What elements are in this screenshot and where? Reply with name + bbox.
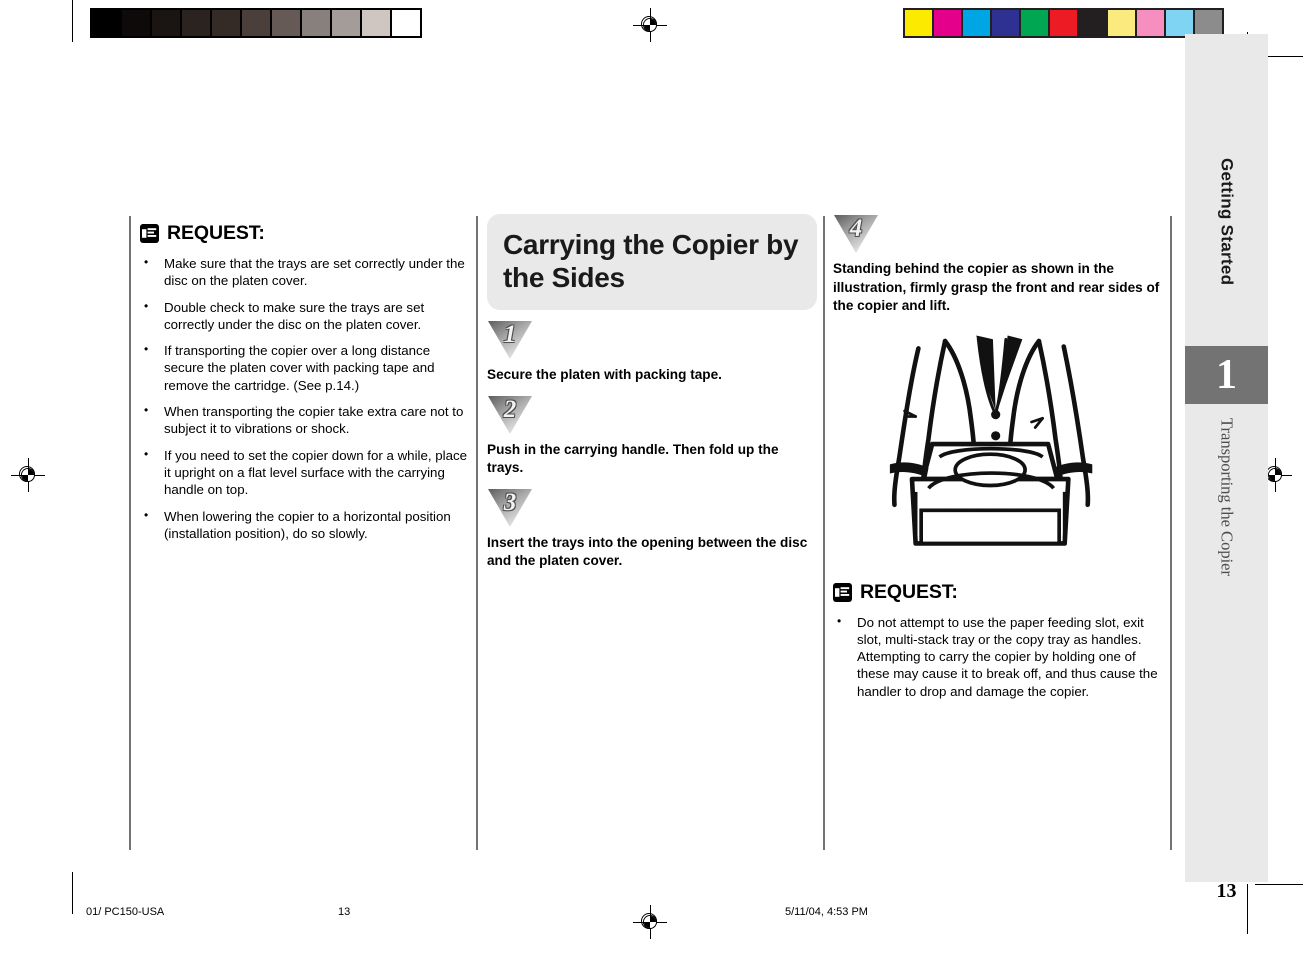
- step-text: Push in the carrying handle. Then fold u…: [487, 441, 779, 476]
- person-carrying-copier-illustration: [867, 330, 1163, 565]
- section-name-label: Transporting the Copier: [1217, 418, 1237, 576]
- page-title: Carrying the Copier by the Sides: [503, 229, 799, 293]
- step-text: Insert the trays into the opening betwee…: [487, 534, 808, 569]
- request-heading-right: REQUEST:: [833, 581, 1163, 604]
- chapter-number-tab[interactable]: 1: [1185, 346, 1268, 404]
- page-number: 13: [1185, 880, 1268, 903]
- middle-column: Carrying the Copier by the Sides 1 Secur…: [487, 214, 817, 575]
- request-list-left: Make sure that the trays are set correct…: [140, 254, 470, 543]
- list-item: When lowering the copier to a horizontal…: [140, 507, 470, 543]
- list-item: Do not attempt to use the paper feeding …: [833, 612, 1163, 700]
- step-marker-3: 3: [487, 488, 533, 528]
- step-text: Secure the platen with packing tape.: [487, 367, 722, 382]
- page-content: REQUEST: Make sure that the trays are se…: [0, 0, 1303, 954]
- request-title-left: REQUEST:: [167, 222, 265, 244]
- chapter-name-label: Getting Started: [1217, 158, 1237, 286]
- column-rule-right: [823, 216, 825, 850]
- left-column: REQUEST: Make sure that the trays are se…: [140, 222, 470, 551]
- column-rule-far-right: [1170, 216, 1172, 850]
- column-rule-middle: [476, 216, 478, 850]
- step-marker-2: 2: [487, 395, 533, 435]
- step-marker-1: 1: [487, 320, 533, 360]
- step-text: Standing behind the copier as shown in t…: [833, 261, 1160, 313]
- footer-file-label: 01/ PC150-USA: [86, 906, 165, 918]
- request-heading-left: REQUEST:: [140, 222, 470, 245]
- list-item: If transporting the copier over a long d…: [140, 341, 470, 394]
- list-item: Make sure that the trays are set correct…: [140, 254, 470, 290]
- pointing-hand-icon: [140, 224, 159, 243]
- chapter-number-label: 1: [1216, 352, 1237, 398]
- section-name-tab[interactable]: Transporting the Copier: [1185, 414, 1268, 604]
- section-title-box: Carrying the Copier by the Sides: [487, 214, 817, 310]
- chapter-tab-sidebar: Getting Started 1 Transporting the Copie…: [1185, 34, 1268, 902]
- list-item: If you need to set the copier down for a…: [140, 446, 470, 499]
- column-rule-left: [129, 216, 131, 850]
- step-marker-4: 4: [833, 214, 879, 254]
- list-item: When transporting the copier take extra …: [140, 402, 470, 438]
- request-title-right: REQUEST:: [860, 580, 958, 603]
- chapter-name-tab[interactable]: Getting Started: [1185, 122, 1268, 322]
- list-item: Double check to make sure the trays are …: [140, 298, 470, 334]
- right-column: 4 Standing behind the copier as shown in…: [833, 214, 1163, 709]
- request-list-right: Do not attempt to use the paper feeding …: [833, 612, 1163, 700]
- pointing-hand-icon: [833, 582, 852, 602]
- page-number-label: 13: [1216, 880, 1237, 902]
- footer-date-label: 5/11/04, 4:53 PM: [785, 906, 868, 918]
- footer-page-label: 13: [338, 906, 351, 918]
